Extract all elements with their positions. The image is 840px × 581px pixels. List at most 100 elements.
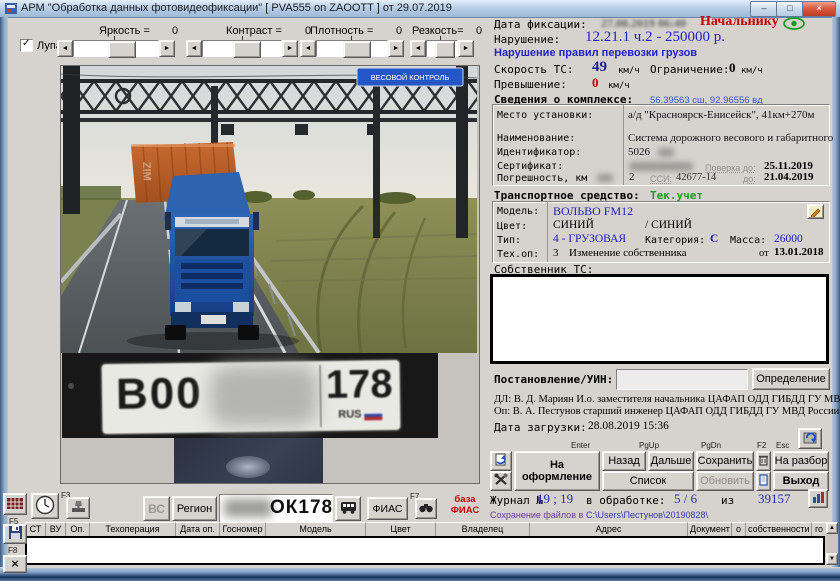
maximize-button[interactable]: □ bbox=[776, 1, 804, 17]
density-slider[interactable]: ◄ ► bbox=[300, 40, 404, 57]
back-button[interactable]: Назад bbox=[602, 451, 646, 471]
violation-value: 12.21.1 ч.2 - 250000 р. bbox=[585, 29, 725, 46]
tools-icon-button[interactable] bbox=[490, 471, 512, 491]
col-plate[interactable]: Госномер bbox=[220, 522, 266, 536]
bus-button[interactable] bbox=[335, 496, 361, 521]
slider-thumb[interactable] bbox=[435, 41, 455, 58]
resolution-input[interactable] bbox=[616, 369, 748, 390]
hint-esc: Esc bbox=[776, 441, 789, 450]
to-chief-link[interactable]: Начальнику bbox=[700, 14, 779, 30]
slider-right-arrow[interactable]: ► bbox=[282, 40, 298, 57]
col-color[interactable]: Цвет bbox=[366, 522, 436, 536]
swap-icon bbox=[494, 453, 508, 467]
col-owner[interactable]: Владелец bbox=[436, 522, 530, 536]
model-value: ВОЛЬВО FM12 bbox=[553, 204, 633, 219]
save-record-button[interactable]: Сохранить bbox=[696, 451, 754, 471]
review-button[interactable]: На разбор bbox=[773, 451, 829, 471]
col-op[interactable]: Оп. bbox=[66, 522, 90, 536]
sharpness-slider[interactable]: ◄ ► bbox=[410, 40, 474, 57]
delete-button[interactable]: × bbox=[3, 555, 27, 573]
col-st[interactable]: СТ bbox=[26, 522, 46, 536]
col-model[interactable]: Модель bbox=[266, 522, 366, 536]
slider-value-brightness: 0 bbox=[172, 25, 178, 37]
brightness-slider[interactable]: ◄ ► bbox=[57, 40, 175, 57]
svg-text:ZIM: ZIM bbox=[140, 162, 153, 181]
slider-track[interactable] bbox=[316, 40, 388, 57]
slider-label-contrast: Контраст = bbox=[226, 25, 282, 37]
id-blur bbox=[658, 148, 674, 157]
slider-left-arrow[interactable]: ◄ bbox=[186, 40, 202, 57]
processing-label: в обработке: bbox=[586, 494, 665, 507]
fias-button[interactable]: ФИАС bbox=[367, 497, 408, 520]
slider-label-brightness: Яркость = bbox=[99, 25, 150, 37]
send-icon bbox=[803, 430, 818, 444]
limit-unit: км/ч bbox=[741, 66, 763, 76]
techop-from: от bbox=[759, 248, 769, 259]
slider-track[interactable] bbox=[73, 40, 159, 57]
ssi-label: ССИ: bbox=[650, 174, 672, 184]
binoculars-button[interactable] bbox=[415, 498, 437, 519]
window-border-left bbox=[0, 17, 8, 567]
close-button[interactable]: × bbox=[802, 1, 836, 17]
next-button[interactable]: Дальше bbox=[648, 451, 694, 471]
determination-button[interactable]: Определение bbox=[752, 368, 830, 390]
slider-thumb[interactable] bbox=[343, 41, 371, 58]
col-go[interactable]: го bbox=[812, 522, 826, 536]
table-scrollbar[interactable]: ▲ ▼ bbox=[826, 522, 838, 565]
checkbox-box[interactable]: ✓ bbox=[20, 39, 33, 52]
limit-value: 0 bbox=[729, 60, 736, 76]
load-date-label: Дата загрузки: bbox=[494, 421, 587, 434]
owner-box[interactable] bbox=[490, 274, 829, 364]
slider-track[interactable] bbox=[202, 40, 282, 57]
slider-thumb[interactable] bbox=[108, 41, 136, 58]
journal-icon-button[interactable] bbox=[756, 471, 771, 491]
exit-button[interactable]: Выход bbox=[773, 471, 829, 491]
error-label-blur bbox=[597, 174, 613, 182]
stats-icon-button[interactable] bbox=[808, 489, 828, 508]
col-o[interactable]: о bbox=[732, 522, 746, 536]
slider-right-arrow[interactable]: ► bbox=[159, 40, 175, 57]
error-label: Погрешность, км bbox=[497, 173, 587, 184]
slider-right-arrow[interactable]: ► bbox=[458, 40, 474, 57]
name-value: Система дорожного весового и габаритного bbox=[628, 132, 833, 144]
col-ownership[interactable]: собственности bbox=[746, 522, 812, 536]
processing-value: 5 / 6 bbox=[674, 491, 697, 507]
trash-icon-button[interactable] bbox=[756, 451, 771, 471]
journal-label: Журнал № bbox=[490, 494, 543, 507]
col-date[interactable]: Дата оп. bbox=[176, 522, 220, 536]
save-file-button[interactable] bbox=[3, 524, 27, 544]
contrast-slider[interactable]: ◄ ► bbox=[186, 40, 298, 57]
slider-track[interactable] bbox=[426, 40, 458, 57]
slider-thumb[interactable] bbox=[233, 41, 261, 58]
scroll-up-button[interactable]: ▲ bbox=[826, 522, 838, 534]
slider-left-arrow[interactable]: ◄ bbox=[410, 40, 426, 57]
counter-button[interactable] bbox=[3, 493, 27, 515]
list-button[interactable]: Список bbox=[602, 471, 694, 491]
swap-icon-button[interactable] bbox=[490, 451, 512, 471]
eye-icon[interactable] bbox=[783, 17, 805, 30]
mass-value: 26000 bbox=[774, 233, 803, 245]
stamp-button[interactable] bbox=[66, 497, 90, 519]
col-vu[interactable]: ВУ bbox=[46, 522, 66, 536]
f8-label: F8 bbox=[8, 546, 17, 555]
region-button[interactable]: Регион bbox=[172, 496, 217, 521]
col-techop[interactable]: Техоперация bbox=[90, 522, 176, 536]
slider-right-arrow[interactable]: ► bbox=[388, 40, 404, 57]
slider-left-arrow[interactable]: ◄ bbox=[57, 40, 73, 57]
slider-left-arrow[interactable]: ◄ bbox=[300, 40, 316, 57]
register-button[interactable]: На оформление bbox=[514, 451, 600, 491]
window-title: АРМ "Обработка данных фотовидеофиксации"… bbox=[21, 2, 452, 14]
col-address[interactable]: Адрес bbox=[530, 522, 688, 536]
violation-description: Нарушение правил перевозки грузов bbox=[494, 47, 697, 59]
scroll-down-button[interactable]: ▼ bbox=[826, 553, 838, 565]
history-table-body[interactable] bbox=[25, 536, 825, 565]
plate-input[interactable]: ОК178 bbox=[219, 494, 333, 523]
send-icon-button[interactable] bbox=[798, 428, 822, 449]
lupa-checkbox[interactable]: ✓ Лупа bbox=[20, 39, 62, 52]
operator-line: Оп: В. А. Пестунов старший инженер ЦАФАП… bbox=[494, 406, 840, 417]
photo-viewer[interactable]: ВЕСОВОЙ КОНТРОЛЬ ZIM bbox=[60, 65, 480, 484]
col-document[interactable]: Документ bbox=[688, 522, 732, 536]
id-label: Идентификатор: bbox=[497, 147, 581, 158]
clock-button[interactable] bbox=[31, 493, 59, 519]
edit-note-button[interactable] bbox=[807, 204, 824, 219]
